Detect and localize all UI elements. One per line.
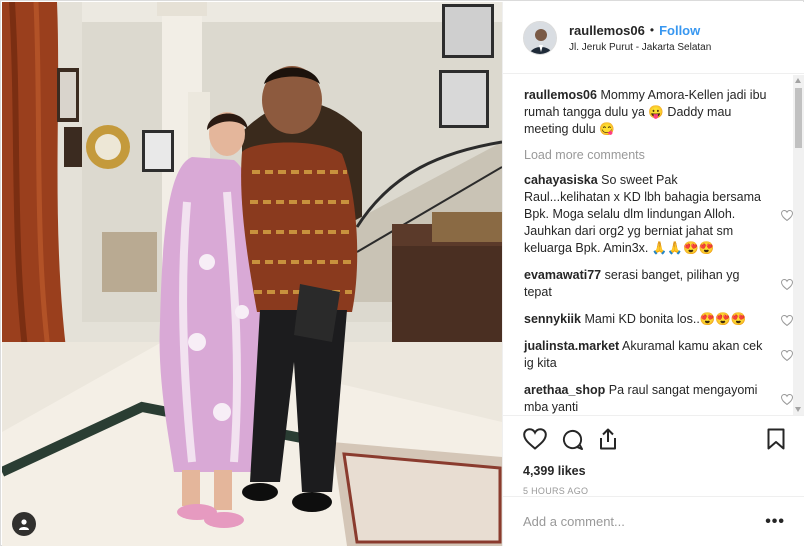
action-icons	[523, 426, 785, 452]
save-button[interactable]	[767, 428, 785, 450]
scroll-thumb[interactable]	[795, 88, 802, 148]
user-tag-button[interactable]	[12, 512, 36, 536]
comment-username[interactable]: jualinsta.market	[524, 339, 619, 353]
like-button[interactable]	[523, 428, 547, 450]
post-side-panel: raullemos06 • Follow Jl. Jeruk Purut - J…	[502, 2, 804, 546]
location-link[interactable]: Jl. Jeruk Purut - Jakarta Selatan	[569, 42, 711, 53]
comment-username[interactable]: arethaa_shop	[524, 383, 605, 397]
heart-icon	[780, 349, 794, 362]
post-modal: raullemos06 • Follow Jl. Jeruk Purut - J…	[0, 0, 804, 546]
header-text: raullemos06 • Follow Jl. Jeruk Purut - J…	[569, 23, 711, 53]
post-actions: 4,399 likes 5 HOURS AGO	[503, 415, 804, 496]
heart-icon	[780, 393, 794, 406]
avatar[interactable]	[523, 20, 557, 55]
comment-like-button[interactable]	[780, 349, 794, 366]
post-timestamp[interactable]: 5 HOURS AGO	[523, 486, 785, 496]
likes-count[interactable]: 4,399 likes	[523, 464, 785, 478]
heart-icon	[523, 428, 547, 450]
share-button[interactable]	[598, 428, 618, 450]
bookmark-icon	[767, 428, 785, 450]
scroll-down-arrow[interactable]	[795, 407, 801, 412]
post-photo[interactable]	[2, 2, 502, 546]
comment-item: cahayasiska So sweet Pak Raul...kelihata…	[524, 172, 794, 257]
comment-username[interactable]: cahayasiska	[524, 173, 598, 187]
heart-icon	[780, 314, 794, 326]
comment-icon	[562, 429, 584, 450]
heart-icon	[780, 278, 794, 291]
photo-image	[2, 2, 502, 546]
comments-scrollbar[interactable]	[793, 75, 804, 415]
comment-username[interactable]: sennykiik	[524, 312, 581, 326]
comment-button[interactable]	[561, 428, 584, 451]
comment-like-button[interactable]	[780, 278, 794, 295]
comment-like-button[interactable]	[780, 393, 794, 410]
comment-item: sennykiik Mami KD bonita los..😍😍😍	[524, 311, 794, 328]
user-tag-icon	[19, 519, 29, 530]
share-icon	[600, 428, 616, 450]
load-more-comments-button[interactable]: Load more comments	[524, 148, 771, 162]
comment-username[interactable]: evamawati77	[524, 268, 601, 282]
comment-like-button[interactable]	[780, 314, 794, 331]
comment-item: evamawati77 serasi banget, pilihan yg te…	[524, 267, 794, 301]
caption: raullemos06 Mommy Amora-Kellen jadi ibu …	[524, 87, 771, 138]
comments-list[interactable]: raullemos06 Mommy Amora-Kellen jadi ibu …	[503, 75, 804, 415]
comment-item: arethaa_shop Pa raul sangat mengayomi mb…	[524, 382, 794, 415]
more-options-button[interactable]: •••	[765, 513, 785, 531]
follow-button[interactable]: Follow	[659, 23, 700, 38]
comment-like-button[interactable]	[780, 209, 794, 226]
caption-username[interactable]: raullemos06	[524, 88, 597, 102]
header-separator: •	[649, 23, 655, 37]
header-username[interactable]: raullemos06	[569, 23, 645, 38]
post-header: raullemos06 • Follow Jl. Jeruk Purut - J…	[503, 2, 804, 74]
comment-text: Mami KD bonita los..😍😍😍	[584, 312, 747, 326]
avatar-image	[524, 21, 556, 54]
comment-item: jualinsta.market Akuramal kamu akan cek …	[524, 338, 794, 372]
comment-input[interactable]	[523, 514, 766, 529]
header-row: raullemos06 • Follow	[569, 23, 711, 38]
heart-icon	[780, 209, 794, 221]
add-comment-bar: •••	[503, 496, 804, 546]
scroll-up-arrow[interactable]	[795, 78, 801, 83]
